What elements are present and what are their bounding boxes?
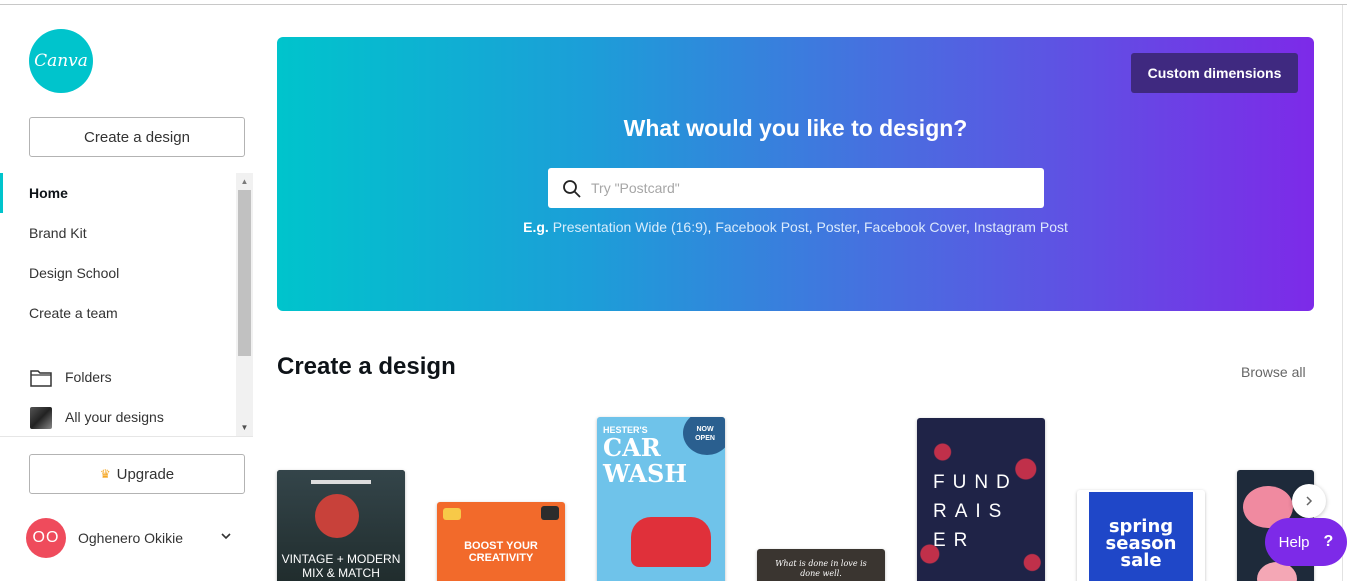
active-indicator — [0, 173, 3, 213]
right-border — [1342, 5, 1343, 581]
upgrade-label: Upgrade — [116, 465, 175, 483]
sidebar: Canva Create a design Home Brand Kit Des… — [0, 5, 253, 581]
example-presentation-link[interactable]: Presentation Wide (16:9) — [553, 219, 708, 235]
spring-sale-card[interactable]: spring season sale — [1077, 490, 1205, 581]
car-wash-card[interactable]: HESTER'S CAR WASH NOW OPEN — [597, 417, 725, 581]
scroll-down-arrow-icon[interactable]: ▼ — [236, 419, 253, 436]
canva-logo[interactable]: Canva — [29, 29, 93, 93]
scroll-thumb[interactable] — [238, 190, 251, 356]
fundraiser-card-text: FUND RAIS ER — [933, 472, 1018, 551]
boost-creativity-card[interactable]: BOOST YOUR CREATIVITY — [437, 502, 565, 581]
sidebar-scrollbar[interactable]: ▲ ▼ — [236, 173, 253, 436]
hero-banner: Custom dimensions What would you like to… — [277, 37, 1314, 311]
upgrade-button[interactable]: ♛ Upgrade — [29, 454, 245, 494]
create-design-button[interactable]: Create a design — [29, 117, 245, 157]
thumbnail-icon — [30, 407, 52, 429]
card-deco — [541, 506, 559, 520]
spring-card-text: spring season sale — [1105, 516, 1177, 571]
sidebar-divider — [0, 436, 253, 437]
help-label: Help — [1278, 533, 1310, 551]
user-name[interactable]: Oghenero Okikie — [78, 530, 183, 546]
chevron-right-icon — [1306, 496, 1313, 506]
sidebar-item-all-designs[interactable]: All your designs — [65, 409, 164, 425]
card-deco — [443, 508, 461, 520]
help-button[interactable]: Help ? — [1265, 518, 1347, 566]
sidebar-item-create-team[interactable]: Create a team — [29, 305, 118, 321]
example-facebook-post-link[interactable]: Facebook Post — [715, 219, 808, 235]
question-icon: ? — [1323, 533, 1334, 550]
example-poster-link[interactable]: Poster — [817, 219, 857, 235]
card-top-strip — [311, 480, 371, 484]
browse-all-link[interactable]: Browse all — [1241, 364, 1306, 380]
quote-card-text: What is done in love is done well. — [775, 559, 867, 578]
sidebar-item-folders[interactable]: Folders — [65, 369, 112, 385]
chevron-down-icon[interactable] — [219, 529, 233, 543]
scroll-up-arrow-icon[interactable]: ▲ — [236, 173, 253, 190]
folder-icon — [30, 370, 52, 387]
hero-title: What would you like to design? — [623, 115, 968, 141]
sidebar-item-home[interactable]: Home — [29, 185, 68, 201]
sidebar-item-brand-kit[interactable]: Brand Kit — [29, 225, 87, 241]
example-links: E.g. Presentation Wide (16:9), Facebook … — [523, 219, 1068, 235]
search-icon — [563, 180, 581, 198]
vintage-card-text: VINTAGE + MODERN MIX & MATCH — [281, 552, 401, 580]
sidebar-nav: Home Brand Kit Design School Create a te… — [0, 173, 253, 436]
card-figure — [315, 494, 359, 538]
avatar[interactable]: OO — [26, 518, 66, 558]
crown-icon: ♛ — [99, 467, 111, 481]
carousel-next-button[interactable] — [1292, 484, 1326, 518]
fundraiser-card[interactable]: FUND RAIS ER — [917, 418, 1045, 581]
vintage-modern-card[interactable]: VINTAGE + MODERN MIX & MATCH — [277, 470, 405, 581]
custom-dimensions-button[interactable]: Custom dimensions — [1131, 53, 1298, 93]
boost-card-text: BOOST YOUR CREATIVITY — [464, 540, 538, 564]
search-box[interactable] — [548, 168, 1044, 208]
example-facebook-cover-link[interactable]: Facebook Cover — [864, 219, 966, 235]
search-input[interactable] — [591, 176, 1031, 200]
quote-card[interactable]: What is done in love is done well. — [757, 549, 885, 581]
now-open-badge: NOW OPEN — [695, 426, 715, 442]
car-illustration — [631, 517, 711, 567]
sidebar-item-design-school[interactable]: Design School — [29, 265, 119, 281]
examples-prefix: E.g. — [523, 219, 549, 235]
example-instagram-post-link[interactable]: Instagram Post — [974, 219, 1068, 235]
section-title: Create a design — [277, 353, 456, 380]
